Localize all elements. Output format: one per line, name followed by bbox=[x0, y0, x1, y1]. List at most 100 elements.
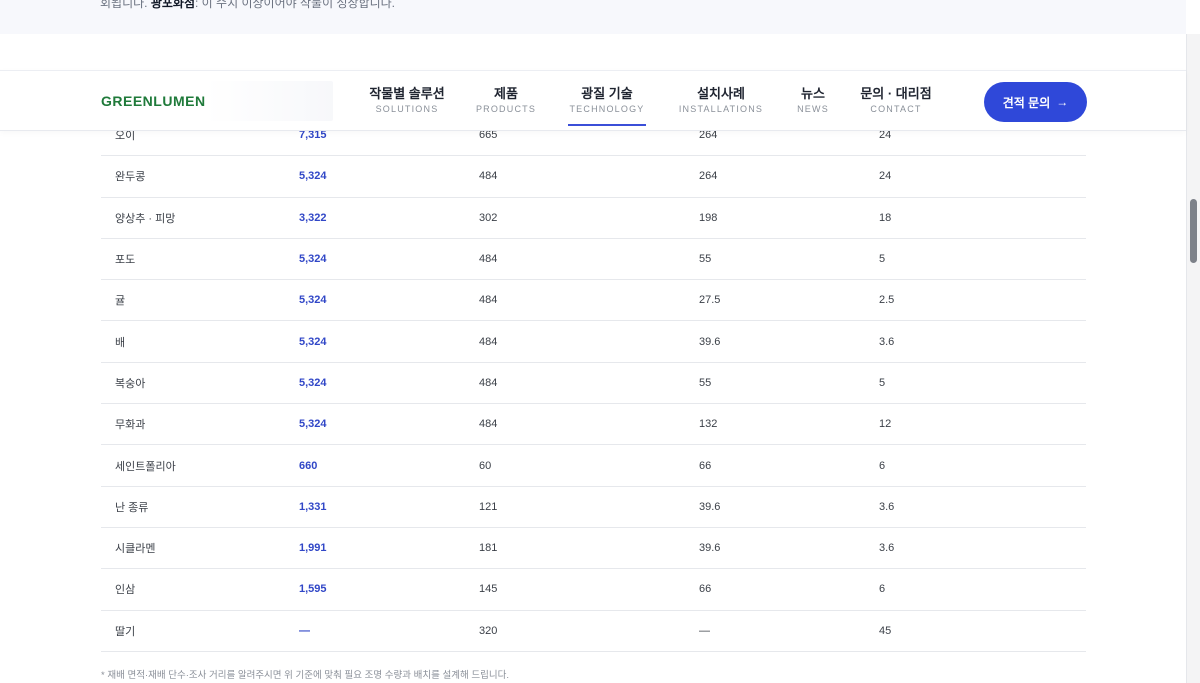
nav-installations-sublabel: INSTALLATIONS bbox=[678, 104, 764, 114]
nav-products[interactable]: 제품 PRODUCTS bbox=[474, 85, 538, 114]
table-row: 딸기 — 320 — 45 bbox=[101, 611, 1086, 652]
value-cell-3: — bbox=[699, 624, 710, 637]
value-cell-4: 5 bbox=[879, 376, 886, 389]
previous-text-suffix: : 이 수치 이상이어야 작물이 성장합니다. bbox=[195, 0, 395, 10]
site-header: GREENLUMEN 작물별 솔루션 SOLUTIONS 제품 PRODUCTS… bbox=[0, 70, 1186, 131]
value-cell-1: 5,324 bbox=[299, 418, 327, 431]
nav-news-sublabel: NEWS bbox=[797, 104, 829, 114]
value-cell-3: 66 bbox=[699, 583, 712, 596]
value-cell-2: 302 bbox=[479, 211, 498, 224]
value-cell-4: 3.6 bbox=[879, 500, 895, 513]
value-cell-1: 5,324 bbox=[299, 294, 327, 307]
crop-name-cell: 양상추 · 피망 bbox=[115, 212, 176, 225]
value-cell-3: 39.6 bbox=[699, 500, 721, 513]
crop-name-cell: 시클라멘 bbox=[115, 543, 156, 556]
table-row: 완두콩 5,324 484 264 24 bbox=[101, 156, 1086, 198]
crop-name-cell: 무화과 bbox=[115, 419, 146, 432]
value-cell-1: 5,324 bbox=[299, 170, 327, 183]
nav-contact[interactable]: 문의 · 대리점 CONTACT bbox=[858, 85, 934, 114]
table-row: 포도 5,324 484 55 5 bbox=[101, 239, 1086, 281]
previous-text-bold: 광포화점 bbox=[150, 0, 196, 10]
quote-request-button[interactable]: 견적 문의 → bbox=[984, 82, 1087, 122]
value-cell-4: 6 bbox=[879, 459, 886, 472]
table-row: 세인트폴리아 660 60 66 6 bbox=[101, 445, 1086, 487]
table-row: 양상추 · 피망 3,322 302 198 18 bbox=[101, 198, 1086, 239]
value-cell-2: 484 bbox=[479, 294, 498, 307]
crop-name-cell: 귤 bbox=[115, 295, 126, 308]
value-cell-4: 18 bbox=[879, 211, 892, 224]
crop-name-cell: 세인트폴리아 bbox=[115, 460, 176, 473]
table-row: 난 종류 1,331 121 39.6 3.6 bbox=[101, 487, 1086, 528]
crop-name-cell: 배 bbox=[115, 336, 126, 349]
nav-installations-label: 설치사례 bbox=[697, 86, 745, 101]
crop-name-cell: 딸기 bbox=[115, 625, 136, 638]
crop-name-cell: 포도 bbox=[115, 254, 136, 267]
table-row: 무화과 5,324 484 132 12 bbox=[101, 404, 1086, 446]
value-cell-2: 484 bbox=[479, 376, 498, 389]
value-cell-2: 145 bbox=[479, 583, 498, 596]
nav-technology-label: 광질 기술 bbox=[581, 86, 633, 101]
nav-active-underline bbox=[568, 124, 646, 126]
value-cell-3: 198 bbox=[699, 211, 718, 224]
nav-news[interactable]: 뉴스 NEWS bbox=[795, 85, 831, 114]
value-cell-4: 3.6 bbox=[879, 542, 895, 555]
value-cell-2: 121 bbox=[479, 500, 498, 513]
table-row: 시클라멘 1,991 181 39.6 3.6 bbox=[101, 528, 1086, 570]
previous-section-text: 회됩니다. 광포화점: 이 수치 이상이어야 작물이 성장합니다. bbox=[100, 0, 395, 11]
value-cell-1: 660 bbox=[299, 459, 318, 472]
value-cell-2: 320 bbox=[479, 624, 498, 637]
value-cell-1: 5,324 bbox=[299, 253, 327, 266]
value-cell-3: 55 bbox=[699, 376, 712, 389]
nav-products-label: 제품 bbox=[494, 86, 518, 101]
value-cell-4: 3.6 bbox=[879, 335, 895, 348]
value-cell-3: 39.6 bbox=[699, 542, 721, 555]
table-row: 복숭아 5,324 484 55 5 bbox=[101, 363, 1086, 405]
nav-products-sublabel: PRODUCTS bbox=[475, 104, 537, 114]
value-cell-1: 1,595 bbox=[299, 583, 327, 596]
value-cell-4: 24 bbox=[879, 170, 892, 183]
value-cell-4: 12 bbox=[879, 418, 892, 431]
value-cell-3: 66 bbox=[699, 459, 712, 472]
nav-technology[interactable]: 광질 기술 TECHNOLOGY bbox=[568, 85, 646, 126]
scrollbar-thumb[interactable] bbox=[1190, 199, 1197, 263]
nav-contact-sublabel: CONTACT bbox=[870, 104, 922, 114]
value-cell-2: 484 bbox=[479, 418, 498, 431]
crop-light-table: 오이 7,315 665 264 24 완두콩 5,324 484 264 24 양상추 · 피망 3… bbox=[101, 115, 1086, 652]
table-footnote: * 재배 면적·재배 단수·조사 거리를 알려주시면 위 기준에 맞춰 필요 조… bbox=[101, 670, 509, 681]
table-row: 귤 5,324 484 27.5 2.5 bbox=[101, 280, 1086, 322]
page-scrollbar[interactable] bbox=[1186, 34, 1200, 683]
value-cell-3: 55 bbox=[699, 253, 712, 266]
brand-logo[interactable]: GREENLUMEN bbox=[101, 93, 206, 109]
value-cell-3: 27.5 bbox=[699, 294, 721, 307]
section-gap bbox=[0, 34, 1186, 70]
value-cell-1: 5,324 bbox=[299, 335, 327, 348]
value-cell-1: 1,991 bbox=[299, 542, 327, 555]
value-cell-3: 39.6 bbox=[699, 335, 721, 348]
value-cell-4: 5 bbox=[879, 253, 886, 266]
value-cell-2: 484 bbox=[479, 170, 498, 183]
nav-contact-label: 문의 · 대리점 bbox=[860, 86, 932, 101]
nav-news-label: 뉴스 bbox=[801, 86, 825, 101]
nav-solutions-sublabel: SOLUTIONS bbox=[375, 104, 439, 114]
value-cell-1: — bbox=[299, 624, 310, 637]
value-cell-4: 45 bbox=[879, 624, 892, 637]
nav-solutions-label: 작물별 솔루션 bbox=[369, 86, 445, 101]
value-cell-4: 2.5 bbox=[879, 294, 895, 307]
value-cell-2: 484 bbox=[479, 335, 498, 348]
value-cell-1: 1,331 bbox=[299, 500, 327, 513]
crop-name-cell: 완두콩 bbox=[115, 171, 146, 184]
value-cell-3: 264 bbox=[699, 170, 718, 183]
logo-fade-overlay bbox=[205, 81, 333, 121]
previous-text-prefix: 회됩니다. bbox=[100, 0, 151, 10]
table-row: 배 5,324 484 39.6 3.6 bbox=[101, 321, 1086, 363]
value-cell-3: 132 bbox=[699, 418, 718, 431]
nav-solutions[interactable]: 작물별 솔루션 SOLUTIONS bbox=[368, 85, 446, 114]
nav-technology-sublabel: TECHNOLOGY bbox=[569, 104, 645, 114]
value-cell-4: 6 bbox=[879, 583, 886, 596]
value-cell-2: 181 bbox=[479, 542, 498, 555]
arrow-right-icon: → bbox=[1056, 95, 1069, 109]
value-cell-2: 484 bbox=[479, 253, 498, 266]
table-row: 인삼 1,595 145 66 6 bbox=[101, 569, 1086, 611]
nav-installations[interactable]: 설치사례 INSTALLATIONS bbox=[676, 85, 766, 114]
quote-request-label: 견적 문의 bbox=[1002, 95, 1051, 110]
